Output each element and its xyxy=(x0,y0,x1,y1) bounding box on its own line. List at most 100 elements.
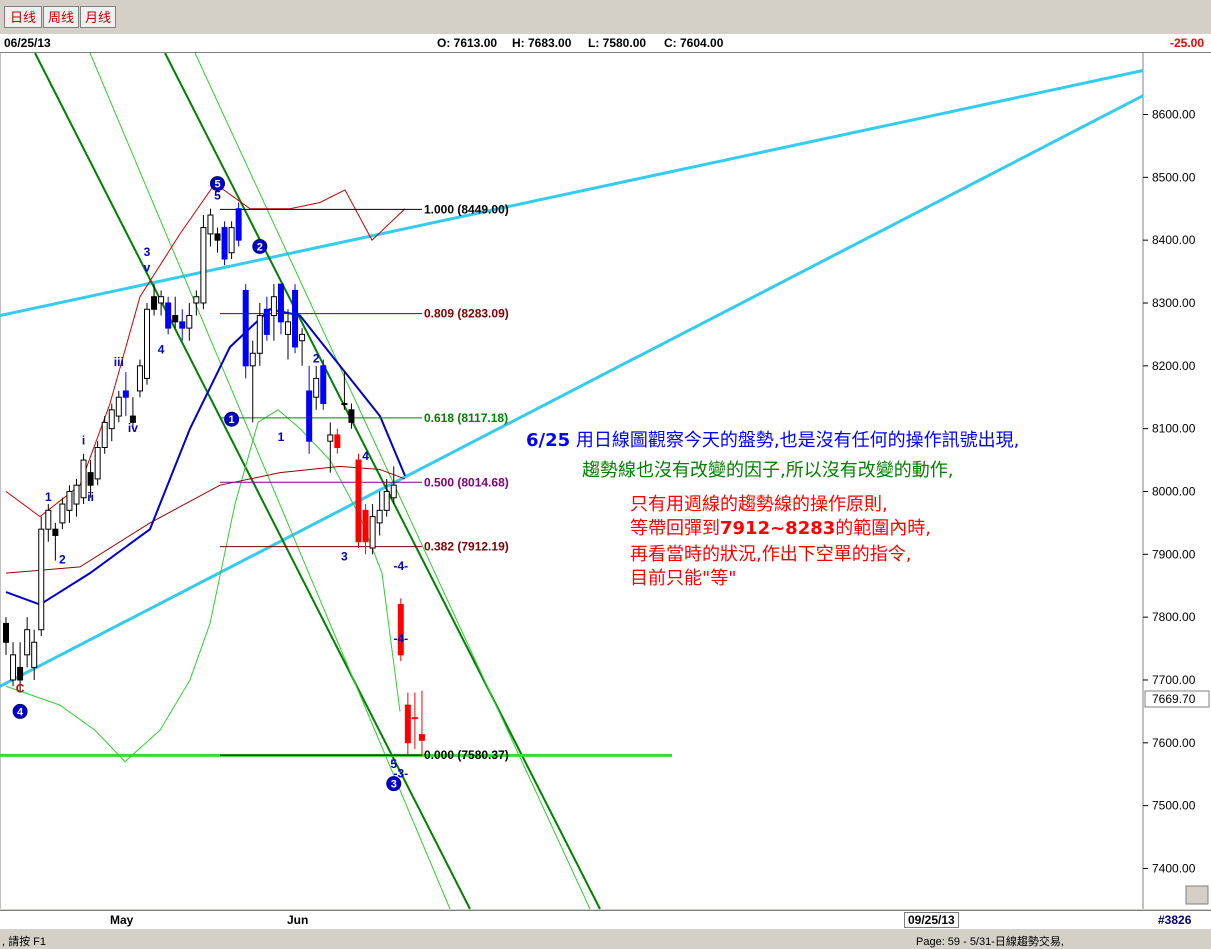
y-tick-label: 7700.00 xyxy=(1152,673,1196,687)
y-tick-label: 7400.00 xyxy=(1152,861,1196,875)
wave-label: i xyxy=(82,433,85,447)
status-left: , 請按 F1 xyxy=(2,936,47,948)
zoom-button xyxy=(1185,885,1209,905)
candle-body xyxy=(3,622,9,643)
wave-label: v xyxy=(144,261,151,275)
candle-body xyxy=(397,604,404,656)
candle-body xyxy=(228,227,235,254)
y-tick-label: 8300.00 xyxy=(1152,296,1196,310)
wave-circle-label: 1 xyxy=(229,414,235,426)
candle-body xyxy=(404,704,411,744)
fib-level-label: 0.000 (7580.37) xyxy=(424,748,509,762)
wave-label: 2 xyxy=(59,553,66,567)
wave-label: iv xyxy=(128,421,138,435)
y-tick-label: 7600.00 xyxy=(1152,736,1196,750)
candle-body xyxy=(355,459,362,543)
candle-body xyxy=(94,446,101,480)
candle-body xyxy=(115,396,122,417)
y-tick-label: 8600.00 xyxy=(1152,108,1196,122)
candle-body xyxy=(214,233,221,241)
candle-body xyxy=(207,214,214,235)
candle-body xyxy=(277,283,284,323)
wave-circle-label: 5 xyxy=(214,179,220,191)
y-tick-label: 8500.00 xyxy=(1152,170,1196,184)
candle-body xyxy=(348,409,355,423)
candle-body xyxy=(59,503,66,524)
wave-label: 3 xyxy=(341,550,348,564)
candle-body xyxy=(165,302,172,329)
annotation-range: 7912~8283 xyxy=(720,518,836,539)
wave-label: 4 xyxy=(362,449,369,463)
candle-body xyxy=(186,315,193,329)
month-label-may: May xyxy=(110,913,134,927)
fib-level-label: 0.500 (8014.68) xyxy=(424,475,509,489)
candle-body xyxy=(376,509,383,524)
date-box[interactable]: 09/25/13 xyxy=(904,912,959,928)
status-right: Page: 59 - 5/31-日線趨勢交易, xyxy=(916,936,1064,948)
candle-body xyxy=(179,321,186,329)
date-axis-bar: May Jun 09/25/13 #3826 xyxy=(0,910,1211,929)
candle-body xyxy=(108,409,115,430)
candle-body xyxy=(10,654,17,681)
y-tick-label: 8100.00 xyxy=(1152,422,1196,436)
wave-label: -4- xyxy=(393,631,408,645)
wave-label: 1 xyxy=(278,430,285,444)
annotation-line-4c: 的範圍內時, xyxy=(835,518,932,539)
wave-label: -4- xyxy=(393,559,408,573)
fib-level-label: 1.000 (8449.00) xyxy=(424,202,509,216)
candle-body xyxy=(66,490,73,511)
wave-circle-label: 4 xyxy=(17,706,24,718)
candle-body xyxy=(242,289,249,367)
candle-body xyxy=(320,365,327,405)
candle-body xyxy=(101,421,108,448)
wave-label: iii xyxy=(114,355,124,369)
candle-body xyxy=(38,528,45,631)
fib-level-label: 0.382 (7912.19) xyxy=(424,540,509,554)
candle-body xyxy=(136,365,143,392)
annotation-line-6: 目前只能"等" xyxy=(630,568,737,589)
candle-body xyxy=(193,296,200,304)
y-tick-label: 8200.00 xyxy=(1152,359,1196,373)
annotation-date: 6/25 xyxy=(526,430,571,451)
status-bar: , 請按 F1 Page: 59 - 5/31-日線趨勢交易, xyxy=(0,930,1211,949)
candle-body xyxy=(341,403,348,406)
candle-body xyxy=(73,484,80,505)
annotation-line-4: 等帶回彈到7912~8283的範圍內時, xyxy=(630,514,931,540)
wave-label: ii xyxy=(87,490,94,504)
wave-label: 1 xyxy=(45,490,52,504)
candle-body xyxy=(87,472,94,486)
annotation-line-2: 趨勢線也沒有改變的因子,所以沒有改變的動作, xyxy=(582,460,954,481)
candle-body xyxy=(390,484,397,499)
candle-body xyxy=(327,434,334,442)
candle-body xyxy=(369,516,376,549)
candle-body xyxy=(31,641,38,668)
month-label-jun: Jun xyxy=(287,913,309,927)
candle-body xyxy=(263,308,270,335)
candle-body xyxy=(45,509,52,530)
candle-body xyxy=(200,227,207,304)
candle-body xyxy=(362,509,369,543)
y-tick-label: 8400.00 xyxy=(1152,233,1196,247)
candle-body xyxy=(235,208,242,241)
y-tick-label: 7800.00 xyxy=(1152,610,1196,624)
candle-body xyxy=(313,377,320,398)
candle-body xyxy=(249,352,256,367)
candle-body xyxy=(270,296,277,317)
candle-body xyxy=(17,666,24,681)
fib-level-label: 0.618 (8117.18) xyxy=(424,411,508,425)
candle-body xyxy=(122,390,129,398)
candle-body xyxy=(221,227,228,260)
annotation-line-1: 6/25 用日線圖觀察今天的盤勢,也是沒有任何的操作訊號出現, xyxy=(526,426,1019,452)
last-price-label: 7669.70 xyxy=(1152,692,1196,706)
annotation-line-3: 只有用週線的趨勢線的操作原則, xyxy=(630,494,888,515)
candle-body xyxy=(24,629,31,656)
candle-body xyxy=(418,734,425,741)
wave-label: C xyxy=(16,682,25,696)
y-tick-label: 8000.00 xyxy=(1152,484,1196,498)
candle-body xyxy=(292,289,299,348)
y-tick-label: 7500.00 xyxy=(1152,799,1196,813)
annotation-line-5: 再看當時的狀況,作出下空單的指令, xyxy=(630,544,912,565)
wave-label: 4 xyxy=(158,342,165,356)
candle-body xyxy=(172,315,179,323)
y-tick-label: 7900.00 xyxy=(1152,547,1196,561)
